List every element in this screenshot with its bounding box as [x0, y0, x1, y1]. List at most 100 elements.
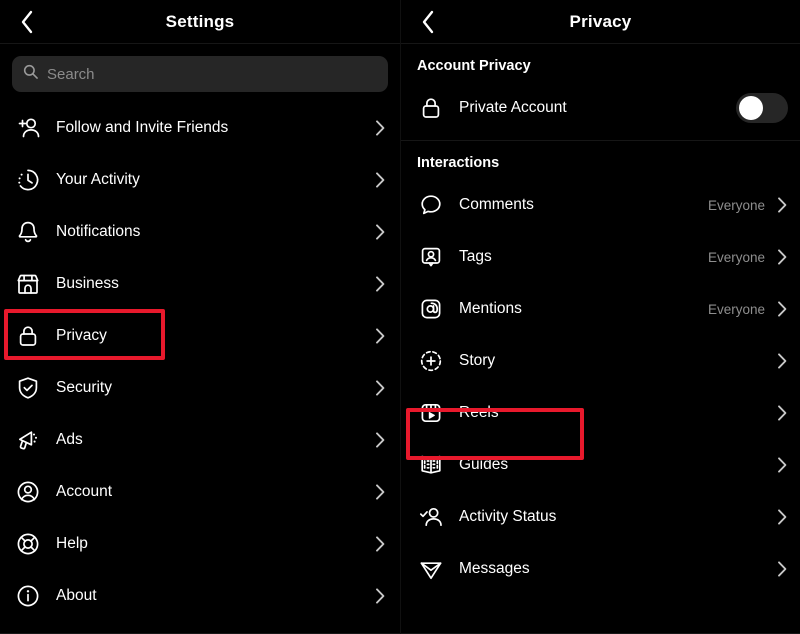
privacy-item-messages[interactable]: Messages [401, 543, 800, 595]
chevron-right-icon [375, 587, 386, 605]
row-label: Story [459, 352, 496, 369]
privacy-item-activity-status[interactable]: Activity Status [401, 491, 800, 543]
chevron-right-icon [777, 352, 788, 370]
row-label: Comments [459, 196, 534, 213]
row-label: Activity Status [459, 508, 557, 525]
section-rows: Private Account [401, 82, 800, 134]
chevron-right-icon [375, 483, 386, 501]
row-label: Ads [56, 431, 83, 448]
chevron-right-icon [375, 171, 386, 189]
add-person-icon [14, 114, 42, 142]
private-account-toggle[interactable] [736, 93, 788, 123]
toggle-knob [739, 96, 763, 120]
story-plus-icon [417, 347, 445, 375]
row-label: Mentions [459, 300, 522, 317]
sidebar-item-account[interactable]: Account [0, 466, 400, 518]
person-check-icon [417, 503, 445, 531]
sidebar-item-business[interactable]: Business [0, 258, 400, 310]
chevron-right-icon [375, 119, 386, 137]
settings-header: Settings [0, 0, 400, 44]
app-screen: Settings Search Follow and Invite Friend… [0, 0, 800, 634]
clock-icon [14, 166, 42, 194]
row-label: Account [56, 483, 113, 500]
search-icon [23, 64, 38, 84]
lifebuoy-icon [14, 530, 42, 558]
search-input[interactable]: Search [12, 56, 388, 92]
sidebar-item-help[interactable]: Help [0, 518, 400, 570]
privacy-item-reels[interactable]: Reels [401, 387, 800, 439]
settings-title: Settings [165, 11, 235, 31]
row-label: About [56, 587, 97, 604]
row-label: Tags [459, 248, 492, 265]
megaphone-icon [14, 426, 42, 454]
section-title: Account Privacy [417, 58, 531, 74]
row-label: Private Account [459, 99, 567, 116]
row-value: Everyone [707, 301, 765, 317]
comment-bubble-icon [417, 191, 445, 219]
tag-person-icon [417, 243, 445, 271]
privacy-item-private-account[interactable]: Private Account [401, 82, 800, 134]
account-circle-icon [14, 478, 42, 506]
sidebar-item-ads[interactable]: Ads [0, 414, 400, 466]
chevron-right-icon [777, 456, 788, 474]
privacy-item-mentions[interactable]: Mentions Everyone [401, 283, 800, 335]
section-title: Interactions [417, 155, 500, 171]
privacy-item-guides[interactable]: Guides [401, 439, 800, 491]
sidebar-item-notifications[interactable]: Notifications [0, 206, 400, 258]
paper-plane-icon [417, 555, 445, 583]
back-button-privacy[interactable] [413, 7, 443, 37]
privacy-header: Privacy [401, 0, 800, 44]
sidebar-item-follow-and-invite-friends[interactable]: Follow and Invite Friends [0, 102, 400, 154]
chevron-right-icon [777, 404, 788, 422]
privacy-title: Privacy [569, 11, 632, 31]
row-label: Notifications [56, 223, 141, 240]
guides-book-icon [417, 451, 445, 479]
row-label: Follow and Invite Friends [56, 119, 229, 136]
row-label: Guides [459, 456, 509, 473]
lock-icon [14, 322, 42, 350]
sidebar-item-about[interactable]: About [0, 570, 400, 622]
search-placeholder: Search [47, 65, 95, 83]
privacy-item-story[interactable]: Story [401, 335, 800, 387]
settings-list: Follow and Invite Friends Your Activity No… [0, 102, 400, 622]
sidebar-item-security[interactable]: Security [0, 362, 400, 414]
bell-icon [14, 218, 42, 246]
row-label: Privacy [56, 327, 107, 344]
chevron-right-icon [375, 431, 386, 449]
row-label: Business [56, 275, 119, 292]
row-label: Help [56, 535, 88, 552]
row-value: Everyone [707, 197, 765, 213]
chevron-right-icon [777, 560, 788, 578]
chevron-right-icon [777, 300, 788, 318]
sidebar-item-privacy[interactable]: Privacy [0, 310, 400, 362]
privacy-item-tags[interactable]: Tags Everyone [401, 231, 800, 283]
chevron-right-icon [777, 248, 788, 266]
chevron-left-icon [419, 8, 437, 36]
privacy-panel: Privacy Account Privacy Private Account In… [400, 0, 800, 634]
chevron-right-icon [375, 327, 386, 345]
chevron-right-icon [375, 275, 386, 293]
chevron-right-icon [375, 379, 386, 397]
back-button-settings[interactable] [12, 7, 42, 37]
row-label: Reels [459, 404, 499, 421]
chevron-right-icon [777, 196, 788, 214]
shield-check-icon [14, 374, 42, 402]
sidebar-item-your-activity[interactable]: Your Activity [0, 154, 400, 206]
chevron-right-icon [375, 535, 386, 553]
row-label: Security [56, 379, 112, 396]
lock-icon [417, 94, 445, 122]
row-label: Messages [459, 560, 530, 577]
storefront-icon [14, 270, 42, 298]
at-sign-icon [417, 295, 445, 323]
chevron-left-icon [18, 8, 36, 36]
info-circle-icon [14, 582, 42, 610]
search-container: Search [0, 44, 400, 102]
privacy-sections: Account Privacy Private Account Interactio… [401, 44, 800, 595]
reels-icon [417, 399, 445, 427]
row-value: Everyone [707, 249, 765, 265]
settings-panel: Settings Search Follow and Invite Friend… [0, 0, 400, 634]
row-label: Your Activity [56, 171, 140, 188]
chevron-right-icon [375, 223, 386, 241]
section-rows: Comments Everyone Tags Everyone Mentions Ever… [401, 179, 800, 595]
privacy-item-comments[interactable]: Comments Everyone [401, 179, 800, 231]
